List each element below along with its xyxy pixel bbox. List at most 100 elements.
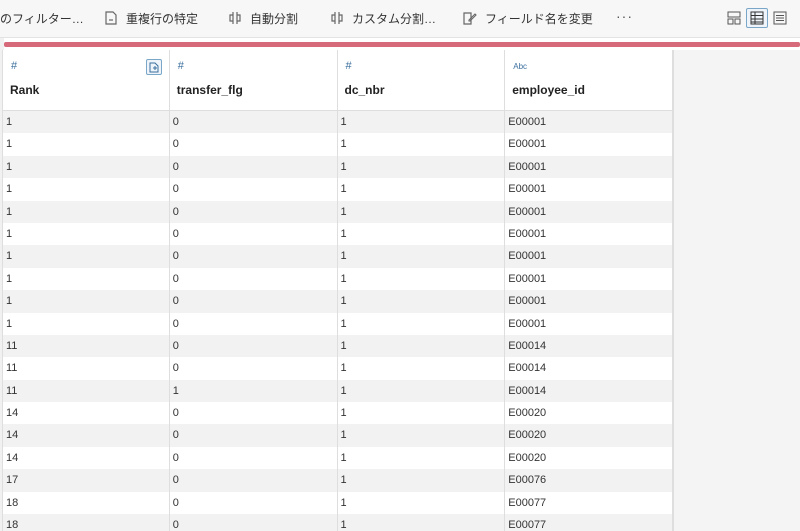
- table-cell[interactable]: 1: [338, 357, 506, 380]
- table-cell[interactable]: 0: [170, 133, 338, 156]
- table-cell[interactable]: E00001: [505, 133, 673, 156]
- table-cell[interactable]: 14: [2, 424, 170, 447]
- table-cell[interactable]: E00001: [505, 155, 673, 179]
- table-cell[interactable]: 0: [170, 334, 338, 358]
- table-cell[interactable]: 18: [2, 491, 170, 515]
- table-cell[interactable]: 1: [2, 245, 170, 268]
- table-row[interactable]: 1 0 1 E00001: [2, 178, 673, 201]
- table-row[interactable]: 18 0 1 E00077: [2, 514, 673, 531]
- table-row[interactable]: 14 0 1 E00020: [2, 402, 673, 425]
- column-menu-icon[interactable]: [145, 59, 162, 75]
- table-cell[interactable]: E00001: [505, 111, 673, 134]
- table-cell[interactable]: 1: [338, 312, 506, 335]
- column-header-employee-id[interactable]: Abc employee_id: [505, 50, 673, 110]
- table-cell[interactable]: 1: [2, 267, 170, 291]
- table-cell[interactable]: 1: [338, 491, 506, 515]
- table-cell[interactable]: E00001: [505, 290, 673, 313]
- table-cell[interactable]: 14: [2, 402, 170, 425]
- column-header-transfer-flg[interactable]: # transfer_flg: [170, 50, 338, 110]
- table-cell[interactable]: 14: [2, 446, 170, 470]
- table-cell[interactable]: E00001: [505, 178, 673, 201]
- table-cell[interactable]: E00077: [505, 514, 673, 531]
- table-cell[interactable]: 1: [338, 200, 506, 223]
- table-cell[interactable]: E00001: [505, 245, 673, 268]
- custom-split-button[interactable]: カスタム分割…: [330, 9, 436, 27]
- table-cell[interactable]: 1: [338, 111, 506, 134]
- table-cell[interactable]: E00001: [505, 267, 673, 291]
- table-cell[interactable]: 1: [2, 290, 170, 313]
- table-cell[interactable]: E00001: [505, 222, 673, 246]
- table-cell[interactable]: 1: [338, 379, 506, 403]
- table-row[interactable]: 1 0 1 E00001: [2, 290, 673, 313]
- table-cell[interactable]: 0: [170, 312, 338, 335]
- table-cell[interactable]: 1: [338, 267, 506, 291]
- table-cell[interactable]: 1: [338, 514, 506, 531]
- table-cell[interactable]: E00077: [505, 491, 673, 515]
- table-row[interactable]: 1 0 1 E00001: [2, 222, 673, 246]
- table-cell[interactable]: 0: [170, 424, 338, 447]
- table-cell[interactable]: 1: [338, 446, 506, 470]
- table-cell[interactable]: 0: [170, 491, 338, 515]
- table-cell[interactable]: 1: [2, 133, 170, 156]
- table-row[interactable]: 17 0 1 E00076: [2, 469, 673, 492]
- table-cell[interactable]: E00020: [505, 424, 673, 447]
- table-cell[interactable]: 1: [338, 222, 506, 246]
- auto-split-button[interactable]: 自動分割: [228, 9, 298, 27]
- table-cell[interactable]: 18: [2, 514, 170, 531]
- table-view-toggle[interactable]: [746, 8, 768, 28]
- table-cell[interactable]: E00014: [505, 334, 673, 358]
- table-row[interactable]: 1 0 1 E00001: [2, 267, 673, 291]
- table-cell[interactable]: 0: [170, 446, 338, 470]
- table-cell[interactable]: 0: [170, 155, 338, 179]
- table-cell[interactable]: 1: [338, 402, 506, 425]
- table-row[interactable]: 18 0 1 E00077: [2, 491, 673, 515]
- list-view-toggle[interactable]: [769, 8, 791, 28]
- table-row[interactable]: 11 1 1 E00014: [2, 379, 673, 403]
- table-cell[interactable]: 1: [338, 178, 506, 201]
- table-row[interactable]: 14 0 1 E00020: [2, 446, 673, 470]
- table-row[interactable]: 11 0 1 E00014: [2, 357, 673, 380]
- table-cell[interactable]: 11: [2, 334, 170, 358]
- table-cell[interactable]: 0: [170, 267, 338, 291]
- card-view-toggle[interactable]: [723, 8, 745, 28]
- table-cell[interactable]: 0: [170, 222, 338, 246]
- table-cell[interactable]: E00001: [505, 312, 673, 335]
- table-row[interactable]: 1 0 1 E00001: [2, 133, 673, 156]
- table-cell[interactable]: 1: [2, 222, 170, 246]
- table-cell[interactable]: E00076: [505, 469, 673, 492]
- table-cell[interactable]: 11: [2, 379, 170, 403]
- table-cell[interactable]: 0: [170, 200, 338, 223]
- table-cell[interactable]: 1: [2, 200, 170, 223]
- table-cell[interactable]: 0: [170, 357, 338, 380]
- column-header-rank[interactable]: # Rank: [2, 50, 170, 110]
- table-cell[interactable]: 1: [338, 424, 506, 447]
- table-cell[interactable]: 0: [170, 290, 338, 313]
- column-header-dc-nbr[interactable]: # dc_nbr: [338, 50, 506, 110]
- table-row[interactable]: 11 0 1 E00014: [2, 334, 673, 358]
- table-row[interactable]: 1 0 1 E00001: [2, 200, 673, 223]
- table-cell[interactable]: 0: [170, 111, 338, 134]
- table-cell[interactable]: 11: [2, 357, 170, 380]
- table-cell[interactable]: 1: [2, 111, 170, 134]
- table-row[interactable]: 1 0 1 E00001: [2, 155, 673, 179]
- table-cell[interactable]: 0: [170, 245, 338, 268]
- table-cell[interactable]: 1: [338, 155, 506, 179]
- table-cell[interactable]: 0: [170, 469, 338, 492]
- table-cell[interactable]: E00020: [505, 446, 673, 470]
- table-cell[interactable]: 1: [338, 290, 506, 313]
- table-row[interactable]: 14 0 1 E00020: [2, 424, 673, 447]
- table-cell[interactable]: 17: [2, 469, 170, 492]
- more-options-button[interactable]: ···: [616, 8, 633, 24]
- filter-menu-button[interactable]: のフィルター…: [0, 9, 84, 27]
- table-row[interactable]: 1 0 1 E00001: [2, 111, 673, 134]
- table-cell[interactable]: E00014: [505, 357, 673, 380]
- table-cell[interactable]: 0: [170, 402, 338, 425]
- table-cell[interactable]: E00020: [505, 402, 673, 425]
- identify-duplicates-button[interactable]: 重複行の特定: [104, 9, 198, 27]
- table-cell[interactable]: 1: [338, 245, 506, 268]
- table-cell[interactable]: E00001: [505, 200, 673, 223]
- table-cell[interactable]: 1: [2, 155, 170, 179]
- table-cell[interactable]: 1: [338, 133, 506, 156]
- table-cell[interactable]: 1: [2, 312, 170, 335]
- table-row[interactable]: 1 0 1 E00001: [2, 312, 673, 335]
